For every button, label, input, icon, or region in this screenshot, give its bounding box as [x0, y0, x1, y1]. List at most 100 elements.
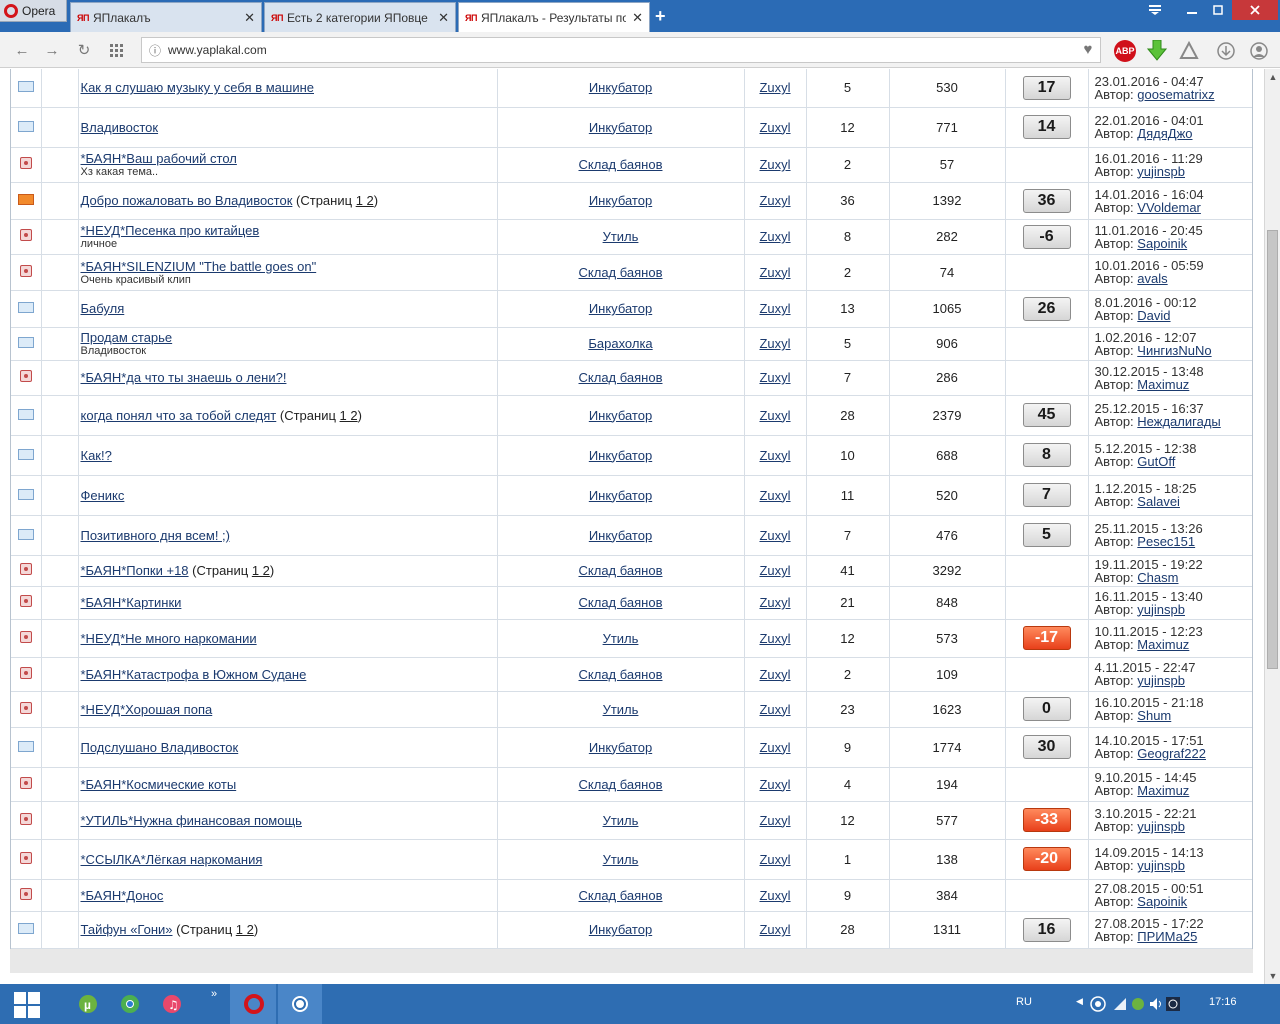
topic-title-link[interactable]: когда понял что за тобой следят: [81, 408, 277, 423]
forum-link[interactable]: Инкубатор: [589, 528, 652, 543]
back-arrow-icon[interactable]: ←: [12, 40, 32, 60]
last-post-author-link[interactable]: Неждалигады: [1137, 414, 1220, 429]
last-post-author-link[interactable]: ПРИМа25: [1137, 929, 1197, 944]
tab-2[interactable]: ЯП Есть 2 категории ЯПовце ✕: [264, 2, 456, 32]
clock-time[interactable]: 17:16: [1209, 996, 1237, 1008]
topic-title-link[interactable]: *БАЯН*Катастрофа в Южном Судане: [81, 667, 307, 682]
topic-title-link[interactable]: *НЕУД*Песенка про китайцев: [81, 223, 260, 238]
author-link[interactable]: Zuxyl: [759, 229, 790, 244]
window-close-icon[interactable]: [1232, 0, 1278, 20]
sync-app-taskbar-button[interactable]: [278, 984, 322, 1024]
maximize-icon[interactable]: [1206, 0, 1230, 20]
new-tab-button[interactable]: +: [655, 6, 666, 27]
last-post-author-link[interactable]: ЧингизNuNo: [1137, 343, 1211, 358]
forum-link[interactable]: Склад баянов: [579, 265, 663, 280]
last-post-author-link[interactable]: yujinspb: [1137, 602, 1185, 617]
author-link[interactable]: Zuxyl: [759, 528, 790, 543]
adblock-plus-icon[interactable]: ABP: [1114, 40, 1136, 62]
vertical-scrollbar[interactable]: ▲ ▼: [1264, 69, 1280, 984]
forum-link[interactable]: Утиль: [603, 852, 639, 867]
scroll-down-arrow-icon[interactable]: ▼: [1265, 968, 1280, 984]
url-text[interactable]: www.yaplakal.com: [168, 43, 267, 57]
forum-link[interactable]: Утиль: [603, 229, 639, 244]
forum-link[interactable]: Инкубатор: [589, 488, 652, 503]
author-link[interactable]: Zuxyl: [759, 408, 790, 423]
author-link[interactable]: Zuxyl: [759, 813, 790, 828]
author-link[interactable]: Zuxyl: [759, 702, 790, 717]
topic-pages-link[interactable]: 1 2: [236, 922, 254, 937]
topic-title-link[interactable]: *БАЯН*Попки +18: [81, 563, 189, 578]
author-link[interactable]: Zuxyl: [759, 336, 790, 351]
topic-title-link[interactable]: *НЕУД*Хорошая попа: [81, 702, 213, 717]
url-field[interactable]: ⓘ www.yaplakal.com: [141, 37, 1101, 63]
author-link[interactable]: Zuxyl: [759, 488, 790, 503]
opera-menu-button[interactable]: Opera: [0, 0, 67, 22]
topic-title-link[interactable]: Позитивного дня всем! ;): [81, 528, 231, 543]
topic-title-link[interactable]: *БАЯН*Ваш рабочий стол: [81, 151, 237, 166]
topic-title-link[interactable]: *НЕУД*Не много наркомании: [81, 631, 257, 646]
forum-link[interactable]: Склад баянов: [579, 667, 663, 682]
last-post-author-link[interactable]: ДядяДжо: [1137, 126, 1192, 141]
author-link[interactable]: Zuxyl: [759, 157, 790, 172]
last-post-author-link[interactable]: Sapoinik: [1137, 894, 1187, 909]
author-link[interactable]: Zuxyl: [759, 301, 790, 316]
last-post-author-link[interactable]: yujinspb: [1137, 819, 1185, 834]
last-post-author-link[interactable]: Salavei: [1137, 494, 1180, 509]
topic-title-link[interactable]: Подслушано Владивосток: [81, 740, 239, 755]
site-info-icon[interactable]: ⓘ: [142, 42, 168, 59]
author-link[interactable]: Zuxyl: [759, 922, 790, 937]
topic-pages-link[interactable]: 1 2: [340, 408, 358, 423]
forum-link[interactable]: Инкубатор: [589, 922, 652, 937]
author-link[interactable]: Zuxyl: [759, 888, 790, 903]
author-link[interactable]: Zuxyl: [759, 448, 790, 463]
utorrent-icon[interactable]: µ: [74, 990, 102, 1018]
author-link[interactable]: Zuxyl: [759, 80, 790, 95]
forward-arrow-icon[interactable]: →: [42, 40, 62, 60]
topic-title-link[interactable]: *БАЯН*Донос: [81, 888, 164, 903]
chrome-icon[interactable]: [116, 990, 144, 1018]
scroll-up-arrow-icon[interactable]: ▲: [1265, 69, 1280, 85]
author-link[interactable]: Zuxyl: [759, 120, 790, 135]
downloads-icon[interactable]: [1215, 40, 1237, 62]
topic-title-link[interactable]: *ССЫЛКА*Лёгкая наркомания: [81, 852, 263, 867]
last-post-author-link[interactable]: yujinspb: [1137, 858, 1185, 873]
author-link[interactable]: Zuxyl: [759, 852, 790, 867]
minimize-icon[interactable]: [1180, 0, 1204, 20]
topic-pages-link[interactable]: 1 2: [356, 193, 374, 208]
last-post-author-link[interactable]: yujinspb: [1137, 164, 1185, 179]
opera-taskbar-button[interactable]: [230, 984, 276, 1024]
vpn-icon[interactable]: [1178, 40, 1200, 62]
topic-title-link[interactable]: Феникс: [81, 488, 125, 503]
topic-title-link[interactable]: Владивосток: [81, 120, 159, 135]
last-post-author-link[interactable]: Sapoinik: [1137, 236, 1187, 251]
forum-link[interactable]: Инкубатор: [589, 80, 652, 95]
taskbar-overflow-icon[interactable]: »: [211, 988, 217, 1000]
account-icon[interactable]: [1248, 40, 1270, 62]
topic-title-link[interactable]: *УТИЛЬ*Нужна финансовая помощь: [81, 813, 302, 828]
itunes-icon[interactable]: ♫: [158, 990, 186, 1018]
author-link[interactable]: Zuxyl: [759, 265, 790, 280]
forum-link[interactable]: Инкубатор: [589, 448, 652, 463]
topic-title-link[interactable]: Продам старье: [81, 330, 173, 345]
tray-camera-icon[interactable]: [1164, 990, 1182, 1018]
last-post-author-link[interactable]: Shum: [1137, 708, 1171, 723]
network-status-icon[interactable]: [1128, 990, 1148, 1018]
forum-link[interactable]: Утиль: [603, 813, 639, 828]
topic-pages-link[interactable]: 1 2: [252, 563, 270, 578]
forum-link[interactable]: Утиль: [603, 631, 639, 646]
forum-link[interactable]: Склад баянов: [579, 157, 663, 172]
forum-link[interactable]: Инкубатор: [589, 740, 652, 755]
topic-title-link[interactable]: *БАЯН*да что ты знаешь о лени?!: [81, 370, 287, 385]
last-post-author-link[interactable]: Pesec151: [1137, 534, 1195, 549]
tab-1[interactable]: ЯП ЯПлакалъ ✕: [70, 2, 262, 32]
last-post-author-link[interactable]: GutOff: [1137, 454, 1175, 469]
topic-title-link[interactable]: Тайфун «Гони»: [81, 922, 173, 937]
author-link[interactable]: Zuxyl: [759, 563, 790, 578]
reload-icon[interactable]: ↻: [74, 40, 94, 60]
tray-app-icon[interactable]: [1088, 990, 1108, 1018]
last-post-author-link[interactable]: Chasm: [1137, 570, 1178, 585]
forum-link[interactable]: Утиль: [603, 702, 639, 717]
forum-link[interactable]: Барахолка: [588, 336, 652, 351]
last-post-author-link[interactable]: David: [1137, 308, 1170, 323]
topic-title-link[interactable]: *БАЯН*Космические коты: [81, 777, 237, 792]
